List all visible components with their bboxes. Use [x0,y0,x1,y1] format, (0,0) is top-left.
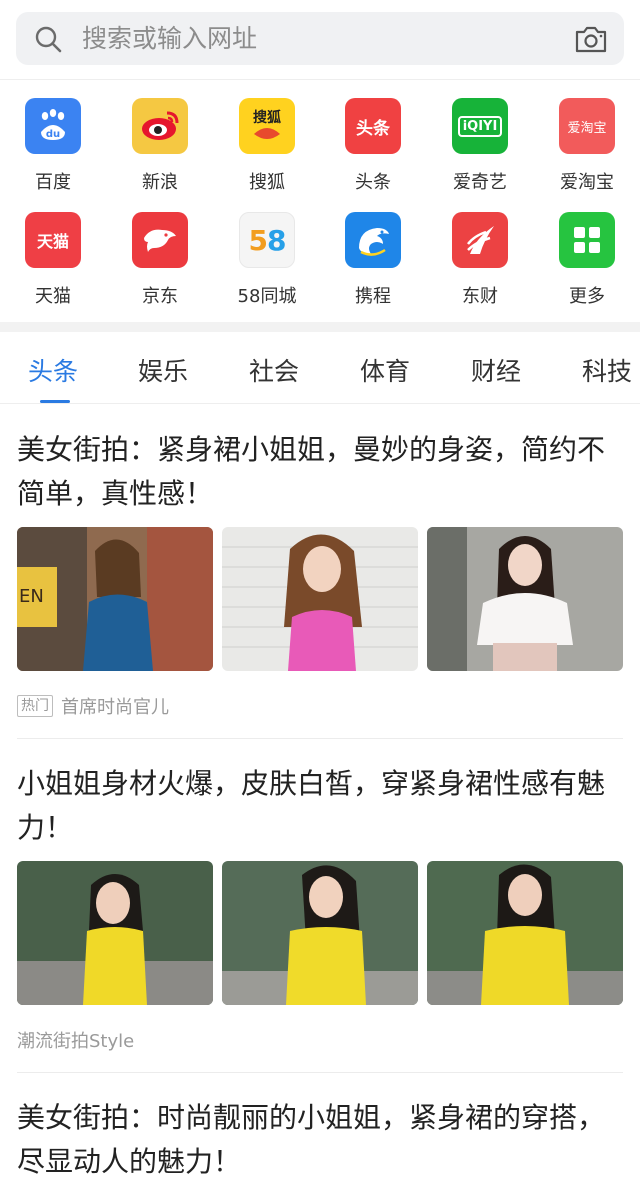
shortcut-label: 爱奇艺 [453,172,507,193]
article-source: 潮流街拍Style [17,1031,135,1052]
iqiyi-icon: iQIYI [452,98,508,154]
article-image[interactable] [427,527,623,671]
toutiao-icon: 头条 [345,98,401,154]
article-divider [17,738,623,739]
shortcut-label: 爱淘宝 [560,172,614,193]
sina-eye-icon [132,98,188,154]
search-icon[interactable] [34,25,62,53]
article-meta: 潮流街拍Style [17,1027,134,1053]
shortcut-tmall[interactable]: 天猫 天猫 [3,196,103,307]
shortcut-label: 头条 [355,172,391,193]
article-image[interactable]: EN [17,527,213,671]
shortcut-label: 天猫 [35,286,71,307]
shortcut-label: 58同城 [237,286,297,307]
article-title[interactable]: 小姐姐身材火爆，皮肤白皙，穿紧身裙性感有魅力！ [17,762,617,850]
shortcut-jd[interactable]: 京东 [110,196,210,307]
article-image[interactable] [222,861,418,1005]
article-image[interactable] [17,861,213,1005]
shortcut-label: 搜狐 [249,172,285,193]
hot-badge: 热门 [17,695,53,717]
svg-text:du: du [46,129,60,140]
shortcut-dongcai[interactable]: 东财 [430,196,530,307]
article-thumbnails[interactable]: EN [17,527,623,671]
shortcut-toutiao[interactable]: 头条 头条 [323,82,423,193]
shortcut-grid: du 百度 新浪 搜狐 搜狐 头条 头条 iQIYI 爱奇艺 爱淘宝 爱淘宝 天… [0,82,640,320]
58-icon: 58 [239,212,295,268]
article-source: 首席时尚官儿 [61,697,169,718]
article-divider [17,1072,623,1073]
news-tabs: 头条 娱乐 社会 体育 财经 科技 [0,332,640,404]
section-separator [0,322,640,332]
jd-dog-icon [132,212,188,268]
baidu-paw-icon: du [25,98,81,154]
shortcut-more[interactable]: 更多 [537,196,637,307]
shortcut-label: 携程 [355,286,391,307]
shortcut-label: 京东 [142,286,178,307]
tab-yule[interactable]: 娱乐 [138,352,188,388]
shortcut-aitaobao[interactable]: 爱淘宝 爱淘宝 [537,82,637,193]
shortcut-sina[interactable]: 新浪 [110,82,210,193]
shortcut-label: 东财 [462,286,498,307]
shortcut-baidu[interactable]: du 百度 [3,82,103,193]
dongcai-icon [452,212,508,268]
article-image[interactable] [222,527,418,671]
shortcut-label: 百度 [35,172,71,193]
tab-caijing[interactable]: 财经 [471,352,521,388]
top-search-bar [0,0,640,80]
article-meta: 热门 首席时尚官儿 [17,693,169,719]
sohu-fox-icon: 搜狐 [239,98,295,154]
tab-tiyu[interactable]: 体育 [360,352,410,388]
svg-text:EN: EN [19,586,44,607]
tab-toutiao[interactable]: 头条 [28,352,78,388]
shortcut-58tongcheng[interactable]: 58 58同城 [217,196,317,307]
aitaobao-icon: 爱淘宝 [559,98,615,154]
shortcut-sohu[interactable]: 搜狐 搜狐 [217,82,317,193]
shortcut-label: 新浪 [142,172,178,193]
tmall-icon: 天猫 [25,212,81,268]
ctrip-dolphin-icon [345,212,401,268]
more-grid-icon [559,212,615,268]
shortcut-label: 更多 [569,286,605,307]
shortcut-iqiyi[interactable]: iQIYI 爱奇艺 [430,82,530,193]
active-tab-indicator [40,400,70,403]
article-title[interactable]: 美女街拍：时尚靓丽的小姐姐，紧身裙的穿搭，尽显动人的魅力！ [17,1096,617,1184]
camera-icon[interactable] [574,25,608,53]
shortcut-ctrip[interactable]: 携程 [323,196,423,307]
article-title[interactable]: 美女街拍：紧身裙小姐姐，曼妙的身姿，简约不简单，真性感！ [17,428,617,516]
search-box[interactable] [16,12,624,65]
article-thumbnails[interactable] [17,861,623,1005]
tab-keji[interactable]: 科技 [582,352,632,388]
article-image[interactable] [427,861,623,1005]
search-input[interactable] [82,12,552,65]
tab-shehui[interactable]: 社会 [249,352,299,388]
